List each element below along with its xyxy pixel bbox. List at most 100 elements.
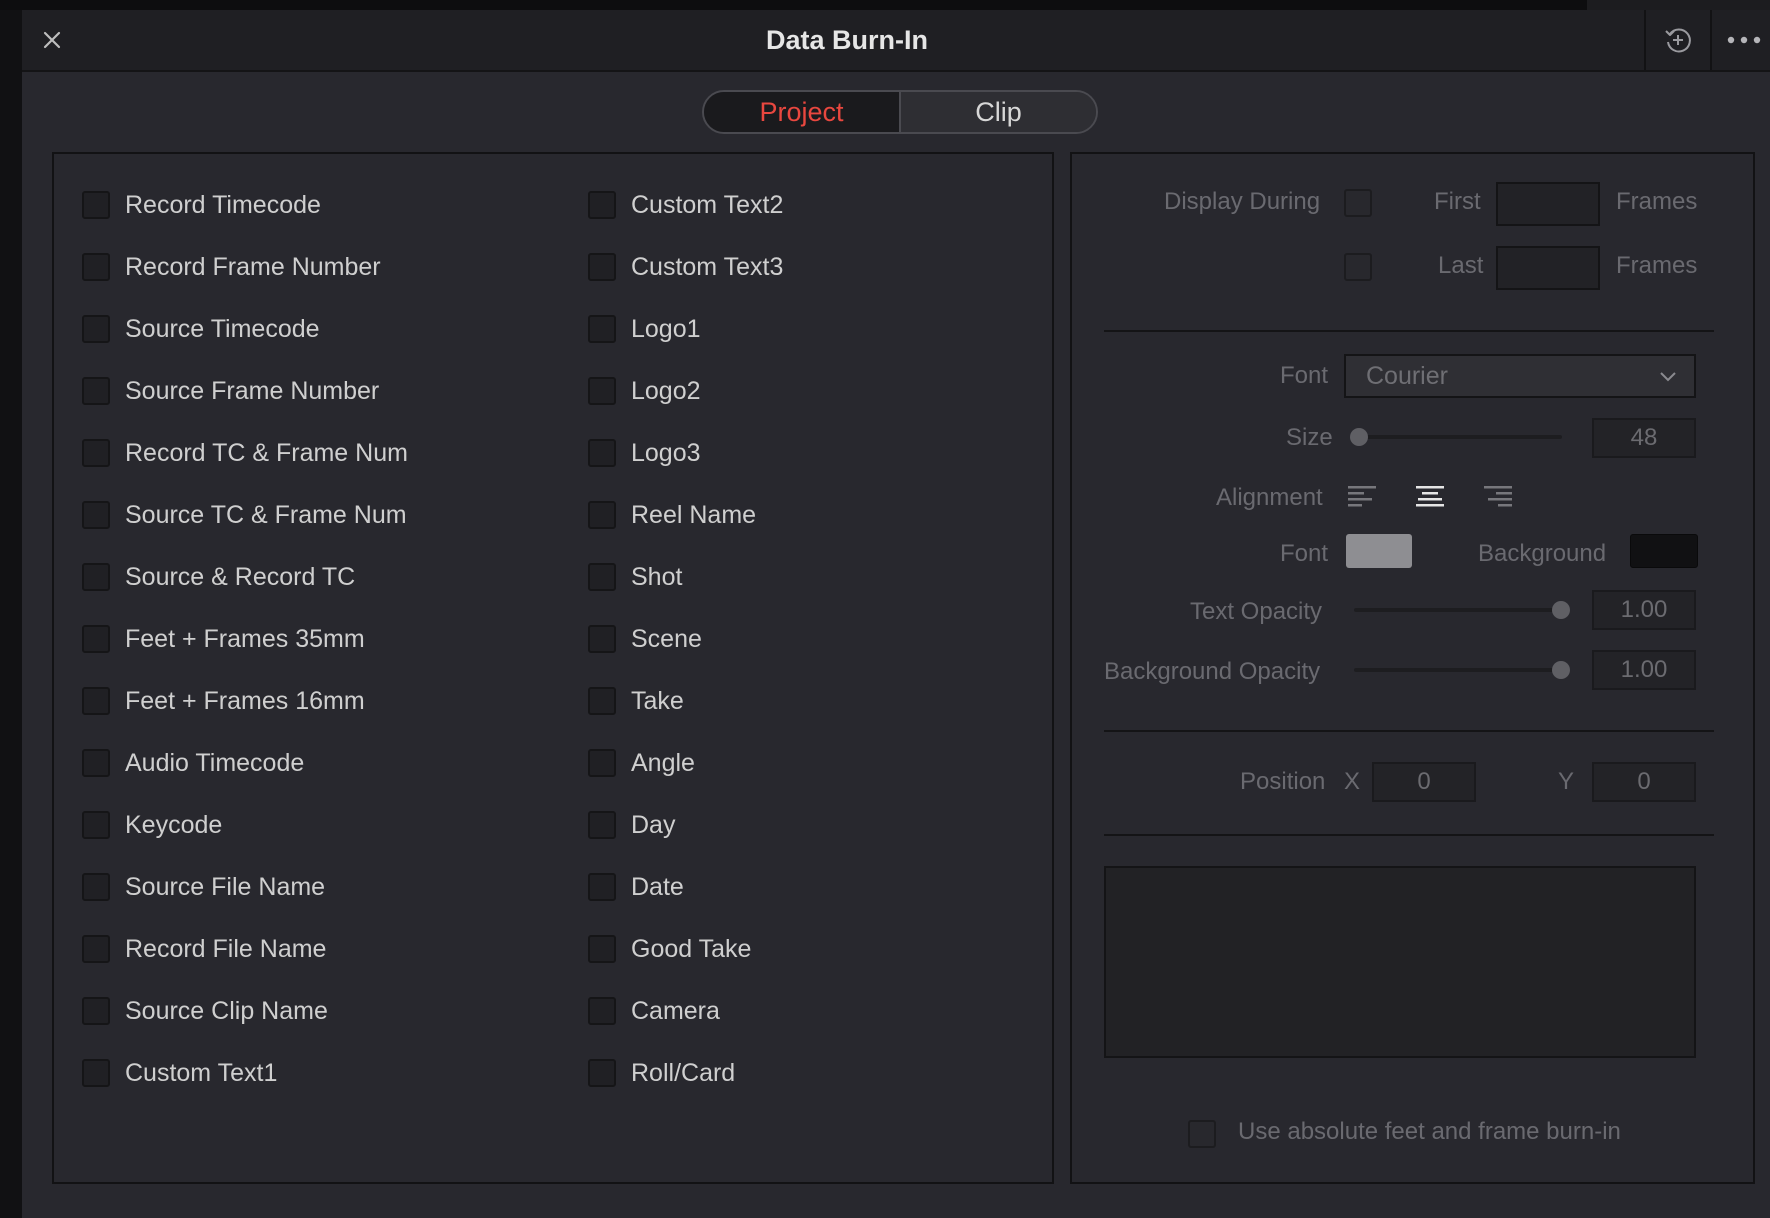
option-shot[interactable]: Shot [588,562,682,592]
size-slider-knob[interactable] [1350,428,1368,446]
font-dropdown[interactable]: Courier [1344,354,1696,398]
checkbox[interactable] [82,997,110,1025]
checkbox[interactable] [588,1059,616,1087]
align-center-icon[interactable] [1414,484,1446,510]
display-last-checkbox[interactable] [1344,253,1372,281]
option-record-frame-number[interactable]: Record Frame Number [82,252,381,282]
option-source-record-tc[interactable]: Source & Record TC [82,562,355,592]
option-feet-frames-35mm[interactable]: Feet + Frames 35mm [82,624,365,654]
more-icon [1727,36,1761,44]
tab-project[interactable]: Project [704,92,899,132]
option-angle[interactable]: Angle [588,748,695,778]
checkbox[interactable] [588,935,616,963]
checkbox[interactable] [588,687,616,715]
option-source-frame-number[interactable]: Source Frame Number [82,376,379,406]
option-label: Source Timecode [125,314,320,343]
checkbox[interactable] [588,253,616,281]
tab-clip[interactable]: Clip [899,92,1096,132]
option-camera[interactable]: Camera [588,996,720,1026]
option-label: Feet + Frames 16mm [125,686,365,715]
option-source-timecode[interactable]: Source Timecode [82,314,320,344]
section-divider [1104,834,1714,836]
option-roll-card[interactable]: Roll/Card [588,1058,735,1088]
size-slider[interactable] [1354,435,1562,439]
text-opacity-slider[interactable] [1354,608,1562,612]
option-keycode[interactable]: Keycode [82,810,222,840]
background-color-swatch[interactable] [1630,534,1698,568]
checkbox[interactable] [82,439,110,467]
option-source-file-name[interactable]: Source File Name [82,872,325,902]
checkbox[interactable] [82,749,110,777]
display-first-checkbox[interactable] [1344,189,1372,217]
checkbox[interactable] [588,625,616,653]
checkbox[interactable] [588,439,616,467]
checkbox[interactable] [588,501,616,529]
checkbox[interactable] [82,563,110,591]
option-source-tc-frame-num[interactable]: Source TC & Frame Num [82,500,407,530]
checkbox[interactable] [82,191,110,219]
reset-button[interactable] [1654,18,1702,62]
checkbox[interactable] [588,873,616,901]
option-record-tc-frame-num[interactable]: Record TC & Frame Num [82,438,408,468]
option-custom-text2[interactable]: Custom Text2 [588,190,783,220]
section-divider [1104,330,1714,332]
option-date[interactable]: Date [588,872,684,902]
option-take[interactable]: Take [588,686,684,716]
option-custom-text1[interactable]: Custom Text1 [82,1058,277,1088]
data-burn-in-window: Data Burn-In Project Clip Record Timecod… [22,10,1770,1218]
option-record-file-name[interactable]: Record File Name [82,934,326,964]
absolute-feet-label: Use absolute feet and frame burn-in [1238,1118,1621,1145]
option-label: Custom Text1 [125,1058,278,1087]
position-x-input[interactable]: 0 [1372,762,1476,802]
option-label: Logo2 [631,376,701,405]
option-good-take[interactable]: Good Take [588,934,751,964]
text-opacity-slider-knob[interactable] [1552,601,1570,619]
checkbox[interactable] [82,1059,110,1087]
background-opacity-input[interactable]: 1.00 [1592,650,1696,690]
checkbox[interactable] [82,935,110,963]
text-opacity-input[interactable]: 1.00 [1592,590,1696,630]
align-left-icon[interactable] [1346,484,1378,510]
option-logo1[interactable]: Logo1 [588,314,701,344]
size-input[interactable]: 48 [1592,418,1696,458]
option-audio-timecode[interactable]: Audio Timecode [82,748,304,778]
option-custom-text3[interactable]: Custom Text3 [588,252,783,282]
checkbox[interactable] [588,377,616,405]
option-label: Source TC & Frame Num [125,500,407,529]
option-day[interactable]: Day [588,810,675,840]
checkbox[interactable] [82,625,110,653]
checkbox[interactable] [82,501,110,529]
option-label: Keycode [125,810,223,839]
option-logo3[interactable]: Logo3 [588,438,701,468]
option-logo2[interactable]: Logo2 [588,376,701,406]
option-label: Record TC & Frame Num [125,438,408,467]
option-reel-name[interactable]: Reel Name [588,500,756,530]
align-right-icon[interactable] [1482,484,1514,510]
last-frames-input[interactable] [1496,246,1600,290]
checkbox[interactable] [588,749,616,777]
font-color-swatch[interactable] [1346,534,1412,568]
checkbox[interactable] [588,997,616,1025]
checkbox[interactable] [588,563,616,591]
position-y-input[interactable]: 0 [1592,762,1696,802]
checkbox[interactable] [82,315,110,343]
checkbox[interactable] [82,811,110,839]
checkbox[interactable] [82,377,110,405]
absolute-feet-checkbox[interactable] [1188,1120,1216,1148]
checkbox[interactable] [588,315,616,343]
checkbox[interactable] [82,873,110,901]
checkbox[interactable] [82,687,110,715]
option-record-timecode[interactable]: Record Timecode [82,190,321,220]
first-frames-input[interactable] [1496,182,1600,226]
burn-in-settings-panel: Display During First Frames Last Frames … [1070,152,1755,1184]
option-scene[interactable]: Scene [588,624,702,654]
background-opacity-slider[interactable] [1354,668,1562,672]
option-label: Source File Name [125,872,326,901]
checkbox[interactable] [588,811,616,839]
checkbox[interactable] [82,253,110,281]
background-opacity-slider-knob[interactable] [1552,661,1570,679]
checkbox[interactable] [588,191,616,219]
option-source-clip-name[interactable]: Source Clip Name [82,996,328,1026]
option-feet-frames-16mm[interactable]: Feet + Frames 16mm [82,686,365,716]
more-options-button[interactable] [1718,18,1770,62]
